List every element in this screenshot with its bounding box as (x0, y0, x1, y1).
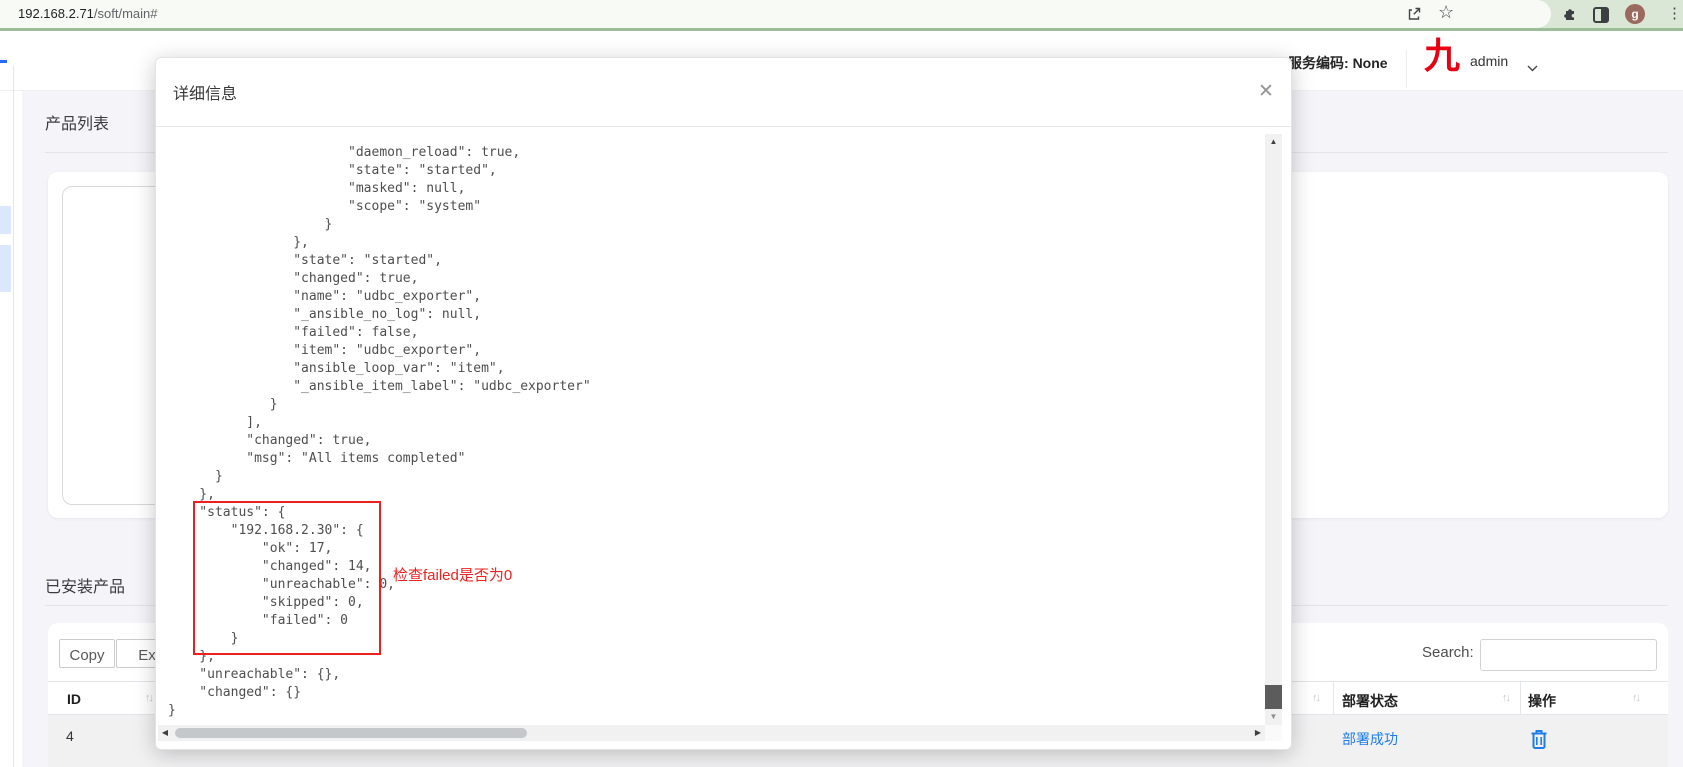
side-panel-icon[interactable] (1593, 7, 1609, 23)
scroll-down-icon[interactable]: ▼ (1265, 709, 1282, 725)
column-header-deploy-status[interactable]: 部署状态 (1342, 691, 1398, 711)
scroll-right-icon[interactable]: ▶ (1251, 725, 1265, 741)
browser-menu-icon[interactable]: ⋮ (1667, 3, 1682, 25)
brand-logo: 九 (1424, 38, 1460, 74)
column-header-id[interactable]: ID (67, 691, 81, 707)
screen: 192.168.2.71/soft/main# ☆ g ⋮ 服务编码: None… (0, 0, 1683, 767)
copy-button[interactable]: Copy (59, 639, 115, 668)
service-code: 服务编码: None (1288, 53, 1388, 73)
delete-trash-icon[interactable] (1530, 729, 1548, 755)
chevron-down-icon[interactable] (1527, 59, 1538, 77)
url-text[interactable]: 192.168.2.71/soft/main# (18, 6, 158, 21)
address-bar[interactable]: 192.168.2.71/soft/main# ☆ (0, 0, 1551, 28)
bookmark-star-icon[interactable]: ☆ (1438, 3, 1454, 21)
close-icon[interactable]: ✕ (1258, 82, 1274, 101)
column-header-operation[interactable]: 操作 (1528, 691, 1556, 711)
search-label: Search: (1422, 644, 1474, 661)
sort-icon[interactable]: ↑↓ (1312, 692, 1319, 704)
scroll-left-icon[interactable]: ◀ (158, 725, 172, 741)
side-panel-fill (1601, 9, 1607, 21)
sidebar-item-highlight[interactable] (0, 206, 11, 234)
sort-icon[interactable]: ↑↓ (1502, 692, 1509, 704)
vertical-scrollbar[interactable]: ▲ ▼ (1265, 134, 1282, 725)
modal-header (156, 58, 1291, 127)
search-input[interactable] (1480, 639, 1657, 671)
share-icon[interactable] (1406, 6, 1422, 27)
extensions-icon[interactable] (1562, 6, 1578, 27)
scroll-up-icon[interactable]: ▲ (1265, 134, 1282, 150)
status-highlight-box (193, 501, 381, 655)
user-menu[interactable]: admin (1470, 53, 1508, 69)
section-title-installed: 已安装产品 (45, 573, 125, 597)
url-host: 192.168.2.71 (18, 6, 94, 21)
horizontal-scroll-thumb[interactable] (175, 728, 527, 738)
cell-id: 4 (66, 728, 74, 744)
page-title-product-list: 产品列表 (45, 110, 109, 134)
url-path: /soft/main# (94, 6, 158, 21)
service-code-value: None (1353, 55, 1388, 71)
horizontal-scrollbar[interactable]: ◀ ▶ (158, 725, 1265, 741)
sidebar-divider (13, 66, 14, 767)
sidebar-item-highlight[interactable] (0, 245, 11, 292)
vertical-scroll-thumb[interactable] (1265, 685, 1282, 709)
deploy-status-link[interactable]: 部署成功 (1342, 729, 1398, 749)
annotation-text: 检查failed是否为0 (393, 564, 512, 585)
sort-icon[interactable]: ↑↓ (1632, 692, 1639, 704)
profile-avatar[interactable]: g (1625, 4, 1645, 24)
browser-toolbar: 192.168.2.71/soft/main# ☆ g ⋮ (0, 0, 1683, 28)
header-divider (1406, 50, 1407, 88)
detail-modal: 详细信息 ✕ "daemon_reload": true, "state": "… (155, 57, 1292, 750)
sort-icon[interactable]: ↑↓ (145, 692, 152, 704)
modal-title: 详细信息 (173, 80, 237, 104)
collapsed-logo-mark (0, 60, 7, 63)
scrollbar-corner (1265, 725, 1282, 741)
